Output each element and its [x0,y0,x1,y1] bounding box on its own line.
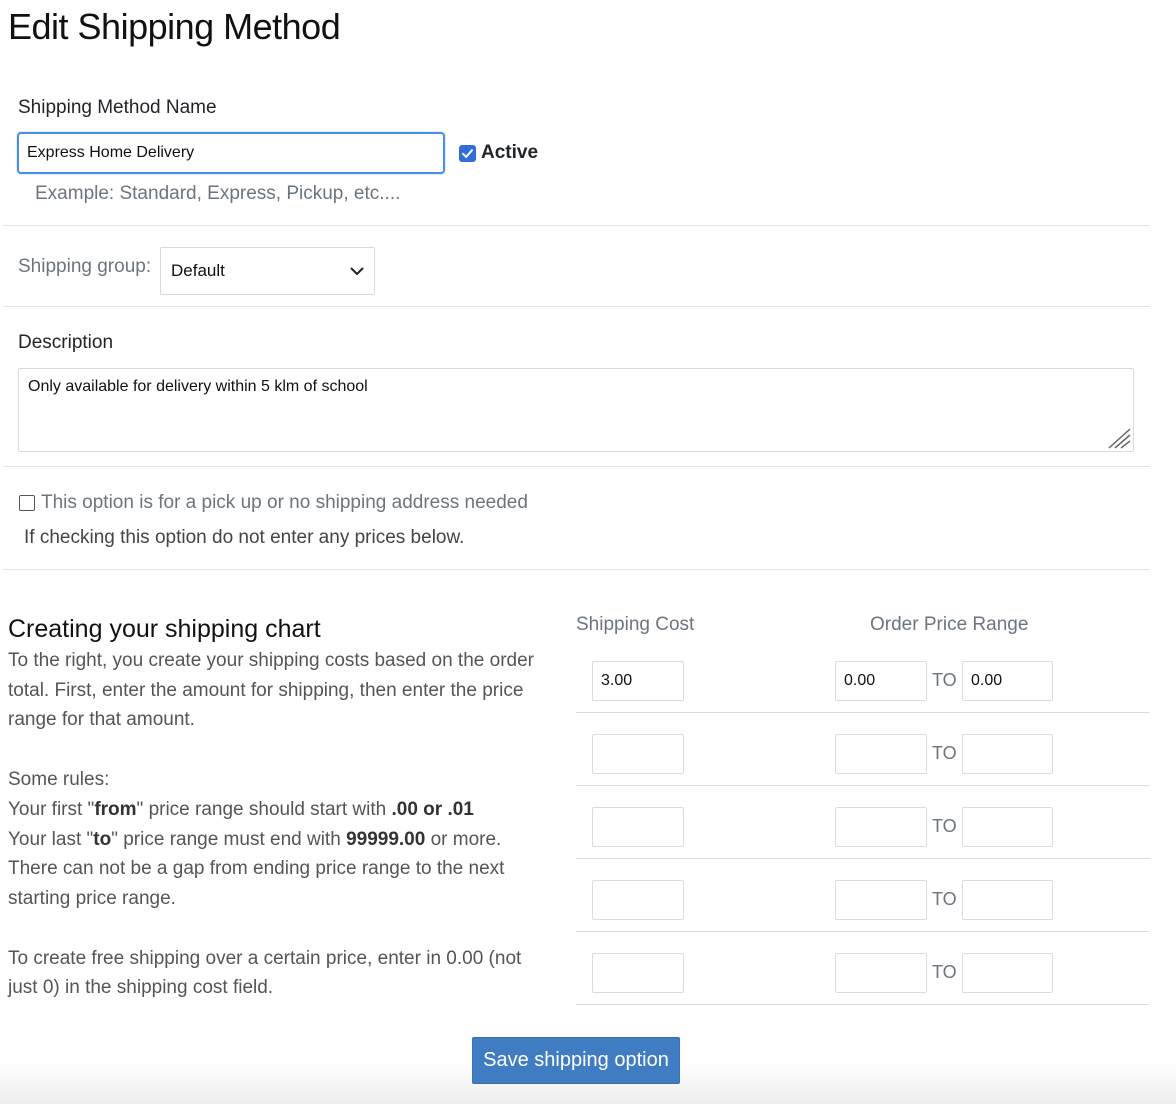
rule-no-gap-2: starting price range. [8,887,176,909]
price-to-input[interactable] [962,807,1053,847]
chart-help-heading: Creating your shipping chart [8,615,321,643]
shipping-cost-input[interactable] [592,880,684,920]
shipping-cost-input[interactable] [592,807,684,847]
chart-help-intro-2: total. First, enter the amount for shipp… [8,679,524,701]
shipping-cost-input[interactable] [592,734,684,774]
shipping-cost-input[interactable]: 3.00 [592,661,684,701]
price-from-input[interactable] [835,880,927,920]
free-shipping-note-2: just 0) in the shipping cost field. [8,977,274,999]
row-divider [576,858,1150,859]
active-checkbox-group[interactable]: Active [459,142,538,164]
row-divider [576,785,1150,786]
price-from-input[interactable] [835,953,927,993]
shipping-cost-header: Shipping Cost [576,614,695,635]
price-from-input[interactable]: 0.00 [835,661,927,701]
shipping-group-select[interactable]: Default [160,247,375,295]
chart-help-text: To the right, you create your shipping c… [8,646,568,1003]
page-title: Edit Shipping Method [8,6,341,47]
description-text: Only available for delivery within 5 klm… [28,378,368,395]
row-divider [576,931,1150,932]
rule-first-from: Your first "from" price range should sta… [8,798,474,820]
price-to-input[interactable]: 0.00 [962,661,1053,701]
price-to-input[interactable] [962,734,1053,774]
row-divider [576,1004,1150,1005]
shipping-group-label: Shipping group: [18,256,152,277]
name-example-hint: Example: Standard, Express, Pickup, etc.… [35,183,401,204]
rules-heading: Some rules: [8,769,110,791]
description-label: Description [18,332,114,353]
resize-handle-icon[interactable] [1105,425,1131,449]
description-textarea[interactable]: Only available for delivery within 5 klm… [18,368,1134,452]
shipping-method-name-label: Shipping Method Name [18,97,217,118]
free-shipping-note-1: To create free shipping over a certain p… [8,947,522,969]
pickup-checkbox-label: This option is for a pick up or no shipp… [41,492,528,513]
chart-help-intro-1: To the right, you create your shipping c… [8,650,534,671]
divider [3,306,1150,307]
divider [3,225,1150,226]
shipping-method-name-input[interactable] [17,132,445,174]
price-from-input[interactable] [835,734,927,774]
pickup-checkbox-group[interactable]: This option is for a pick up or no shipp… [19,492,528,514]
chart-help-intro-3: range for that amount. [8,709,195,731]
divider [3,466,1150,467]
to-label: TO [932,962,957,982]
rule-no-gap-1: There can not be a gap from ending price… [8,858,505,880]
price-to-input[interactable] [962,880,1053,920]
rule-last-to: Your last "to" price range must end with… [8,828,502,850]
to-label: TO [932,743,957,763]
to-label: TO [932,670,957,690]
active-label: Active [481,142,539,163]
to-label: TO [932,889,957,909]
chevron-down-icon [350,267,364,275]
active-checkbox[interactable] [459,144,476,162]
divider [3,569,1150,570]
shipping-group-selected: Default [171,261,225,280]
shipping-cost-input[interactable] [592,953,684,993]
save-shipping-option-button[interactable]: Save shipping option [472,1037,680,1084]
price-to-input[interactable] [962,953,1053,993]
price-from-input[interactable] [835,807,927,847]
to-label: TO [932,816,957,836]
row-divider [576,712,1150,713]
check-icon [462,148,473,158]
order-price-range-header: Order Price Range [870,614,1029,635]
pickup-note: If checking this option do not enter any… [24,527,465,548]
pickup-checkbox[interactable] [19,495,35,511]
